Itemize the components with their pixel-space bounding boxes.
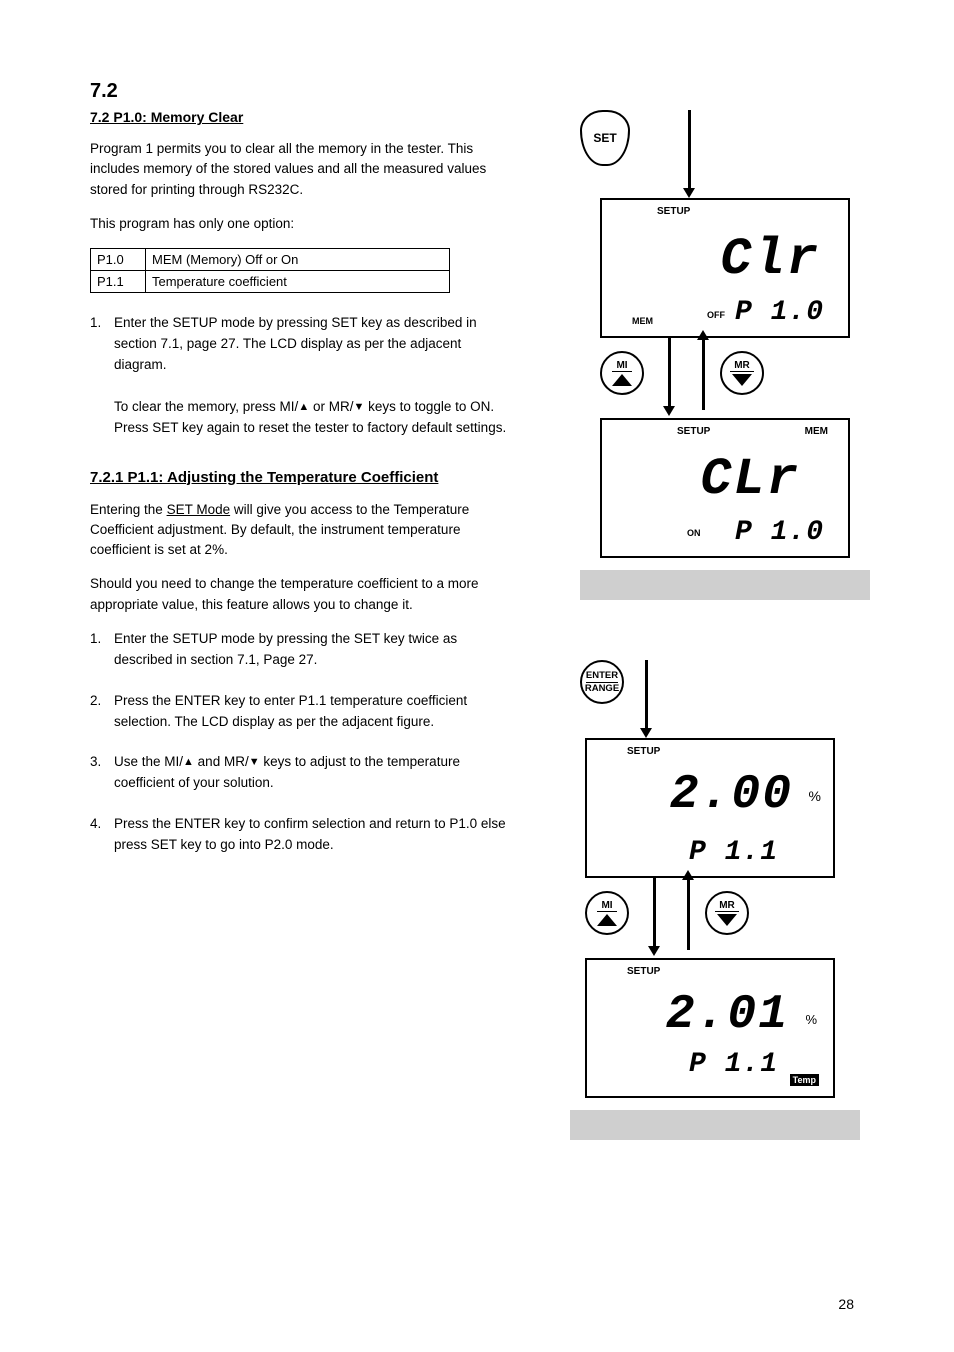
mi-mr-row-2: MI MR — [585, 888, 835, 938]
flow-block-1: SET SETUP Clr MEM OFF P 1.0 MI MR — [580, 110, 870, 610]
lcd-program: P 1.1 — [689, 837, 778, 868]
shaded-bar — [570, 1110, 860, 1140]
table-row: P1.1 Temperature coefficient — [91, 271, 450, 293]
step-number: 3. — [90, 752, 114, 794]
mi-key[interactable]: MI — [585, 891, 629, 935]
step-text: Enter the SETUP mode by pressing the SET… — [114, 629, 510, 671]
subsection-title: 7.2.1 P1.1: Adjusting the Temperature Co… — [90, 469, 510, 486]
down-arrow-icon — [732, 374, 752, 386]
step-2b: 2. Press the ENTER key to enter P1.1 tem… — [90, 691, 510, 733]
step-number: 4. — [90, 814, 114, 856]
set-key[interactable]: SET — [580, 110, 634, 170]
step-4b: 4. Press the ENTER key to confirm select… — [90, 814, 510, 856]
step-text: Use the MI/▲ and MR/▼ keys to adjust to … — [114, 752, 510, 794]
step-text-post: To clear the memory, press MI/▲ or MR/▼ … — [114, 399, 506, 435]
lcd-program: P 1.0 — [735, 517, 824, 548]
lcd-screen-a: SETUP Clr MEM OFF P 1.0 — [600, 198, 850, 338]
step-number: 1. — [90, 629, 114, 671]
up-arrow-icon — [612, 374, 632, 386]
step-text: Press the ENTER key to confirm selection… — [114, 814, 510, 856]
up-arrow-icon — [597, 914, 617, 926]
percent-label: % — [805, 1012, 817, 1027]
step-text-pre: Enter the SETUP mode by pressing SET key… — [114, 315, 477, 372]
step-number: 1. — [90, 313, 114, 439]
cell-code: P1.0 — [91, 249, 146, 271]
enter-range-key[interactable]: ENTER RANGE — [580, 660, 624, 704]
step-text: Press the ENTER key to enter P1.1 temper… — [114, 691, 510, 733]
lcd-screen-d: SETUP 2.01 % P 1.1 Temp — [585, 958, 835, 1098]
lcd-program: P 1.1 — [689, 1049, 778, 1080]
off-label: OFF — [707, 310, 725, 320]
set-key-label: SET — [593, 131, 616, 145]
setup-label: SETUP — [627, 966, 660, 977]
setup-label: SETUP — [627, 746, 660, 757]
mr-key[interactable]: MR — [705, 891, 749, 935]
flow-block-2: ENTER RANGE SETUP 2.00 % P 1.1 MI — [580, 660, 870, 1180]
step-number: 2. — [90, 691, 114, 733]
temp-badge: Temp — [790, 1074, 819, 1086]
mr-label: MR — [715, 900, 739, 912]
section-number: 7.2 — [90, 80, 510, 103]
mr-label: MR — [730, 360, 754, 372]
setup-label: SETUP — [657, 206, 690, 217]
step-1b: 1. Enter the SETUP mode by pressing the … — [90, 629, 510, 671]
right-column: SET SETUP Clr MEM OFF P 1.0 MI MR — [580, 110, 880, 1180]
section-title: 7.2 P1.0: Memory Clear — [90, 109, 510, 125]
mem-label: MEM — [632, 316, 653, 326]
cell-code: P1.1 — [91, 271, 146, 293]
paragraph: Entering the SET Mode will give you acce… — [90, 500, 510, 561]
paragraph: Should you need to change the temperatur… — [90, 574, 510, 615]
left-column: 7.2 7.2 P1.0: Memory Clear Program 1 per… — [90, 80, 510, 876]
mi-label: MI — [612, 360, 631, 372]
range-label: RANGE — [585, 684, 619, 694]
lcd-main-value: CLr — [700, 450, 800, 509]
mi-label: MI — [597, 900, 616, 912]
mr-key[interactable]: MR — [720, 351, 764, 395]
paragraph: This program has only one option: — [90, 214, 510, 234]
paragraph: Program 1 permits you to clear all the m… — [90, 139, 510, 200]
table-row: P1.0 MEM (Memory) Off or On — [91, 249, 450, 271]
step-3b: 3. Use the MI/▲ and MR/▼ keys to adjust … — [90, 752, 510, 794]
cell-desc: MEM (Memory) Off or On — [146, 249, 450, 271]
mi-mr-row: MI MR — [600, 348, 850, 398]
cell-desc: Temperature coefficient — [146, 271, 450, 293]
program-table: P1.0 MEM (Memory) Off or On P1.1 Tempera… — [90, 248, 450, 293]
mem-label: MEM — [805, 426, 828, 437]
page-number: 28 — [838, 1296, 854, 1312]
setup-label: SETUP — [677, 426, 710, 437]
percent-label: % — [809, 788, 821, 804]
lcd-program: P 1.0 — [735, 297, 824, 328]
step-1: 1. Enter the SETUP mode by pressing SET … — [90, 313, 510, 439]
lcd-main-value: 2.01 — [666, 988, 789, 1042]
lcd-main-value: 2.00 — [670, 768, 793, 822]
lcd-screen-c: SETUP 2.00 % P 1.1 — [585, 738, 835, 878]
enter-label: ENTER — [586, 671, 618, 681]
lcd-main-value: Clr — [720, 230, 820, 289]
mi-key[interactable]: MI — [600, 351, 644, 395]
down-arrow-icon — [717, 914, 737, 926]
lcd-screen-b: SETUP MEM CLr ON P 1.0 — [600, 418, 850, 558]
on-label: ON — [687, 528, 701, 538]
shaded-bar — [580, 570, 870, 600]
